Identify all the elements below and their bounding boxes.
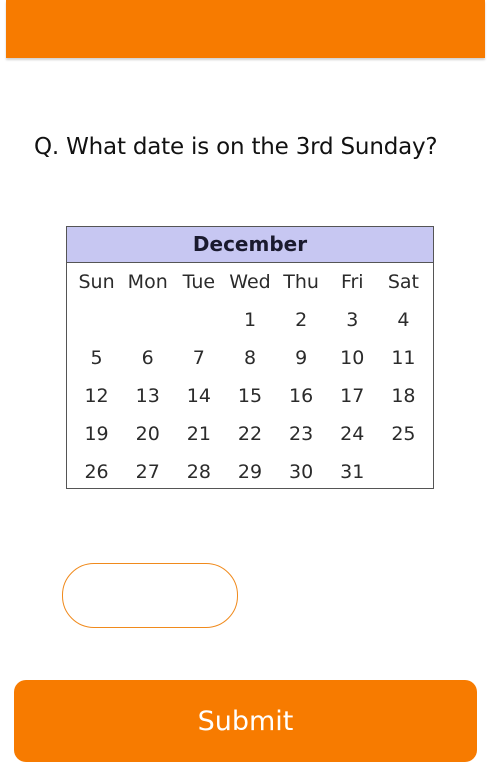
calendar-day: 10 bbox=[340, 347, 365, 369]
calendar-day: 20 bbox=[135, 423, 160, 445]
calendar-day: 19 bbox=[84, 423, 109, 445]
weekday-header: Wed bbox=[229, 271, 271, 293]
submit-button[interactable]: Submit bbox=[14, 680, 477, 762]
calendar-day: 3 bbox=[346, 309, 359, 331]
calendar-day: 18 bbox=[391, 385, 416, 407]
calendar-empty-cell bbox=[71, 301, 122, 339]
calendar-day: 27 bbox=[135, 461, 160, 483]
answer-input[interactable] bbox=[62, 563, 238, 628]
calendar-day: 11 bbox=[391, 347, 416, 369]
calendar-empty-cell bbox=[378, 453, 429, 491]
calendar-day: 16 bbox=[289, 385, 314, 407]
weekday-header: Mon bbox=[127, 271, 168, 293]
calendar-day: 24 bbox=[340, 423, 365, 445]
calendar-day: 26 bbox=[84, 461, 109, 483]
calendar-day: 25 bbox=[391, 423, 416, 445]
calendar-day: 12 bbox=[84, 385, 109, 407]
calendar-month-title: December bbox=[67, 227, 433, 263]
calendar: December Sun Mon Tue Wed Thu Fri Sat 1 2 3 4 5 6 7 8 9 1… bbox=[66, 226, 434, 489]
calendar-day: 13 bbox=[135, 385, 160, 407]
calendar-day: 6 bbox=[141, 347, 154, 369]
calendar-day: 15 bbox=[237, 385, 263, 407]
calendar-grid: Sun Mon Tue Wed Thu Fri Sat 1 2 3 4 5 6 7 8 9 10 11 12 13 14… bbox=[67, 263, 433, 491]
calendar-day: 28 bbox=[186, 461, 211, 483]
question-text: Q. What date is on the 3rd Sunday? bbox=[34, 134, 438, 160]
calendar-day: 31 bbox=[340, 461, 365, 483]
weekday-header: Thu bbox=[283, 271, 319, 293]
calendar-day: 8 bbox=[243, 347, 257, 369]
calendar-day: 2 bbox=[295, 309, 308, 331]
calendar-empty-cell bbox=[122, 301, 173, 339]
calendar-day: 22 bbox=[237, 423, 263, 445]
calendar-day: 4 bbox=[397, 309, 410, 331]
calendar-day: 14 bbox=[186, 385, 211, 407]
calendar-day: 29 bbox=[237, 461, 263, 483]
calendar-empty-cell bbox=[173, 301, 224, 339]
top-header-bar bbox=[6, 0, 485, 58]
weekday-header: Sat bbox=[387, 271, 419, 293]
weekday-header: Tue bbox=[182, 271, 216, 293]
calendar-day: 30 bbox=[289, 461, 314, 483]
calendar-day: 1 bbox=[243, 309, 257, 331]
weekday-header: Sun bbox=[78, 271, 115, 293]
calendar-day: 21 bbox=[186, 423, 211, 445]
calendar-day: 5 bbox=[90, 347, 103, 369]
calendar-day: 23 bbox=[289, 423, 314, 445]
calendar-day: 9 bbox=[295, 347, 308, 369]
weekday-header: Fri bbox=[340, 271, 364, 293]
calendar-day: 17 bbox=[340, 385, 365, 407]
calendar-day: 7 bbox=[192, 347, 205, 369]
